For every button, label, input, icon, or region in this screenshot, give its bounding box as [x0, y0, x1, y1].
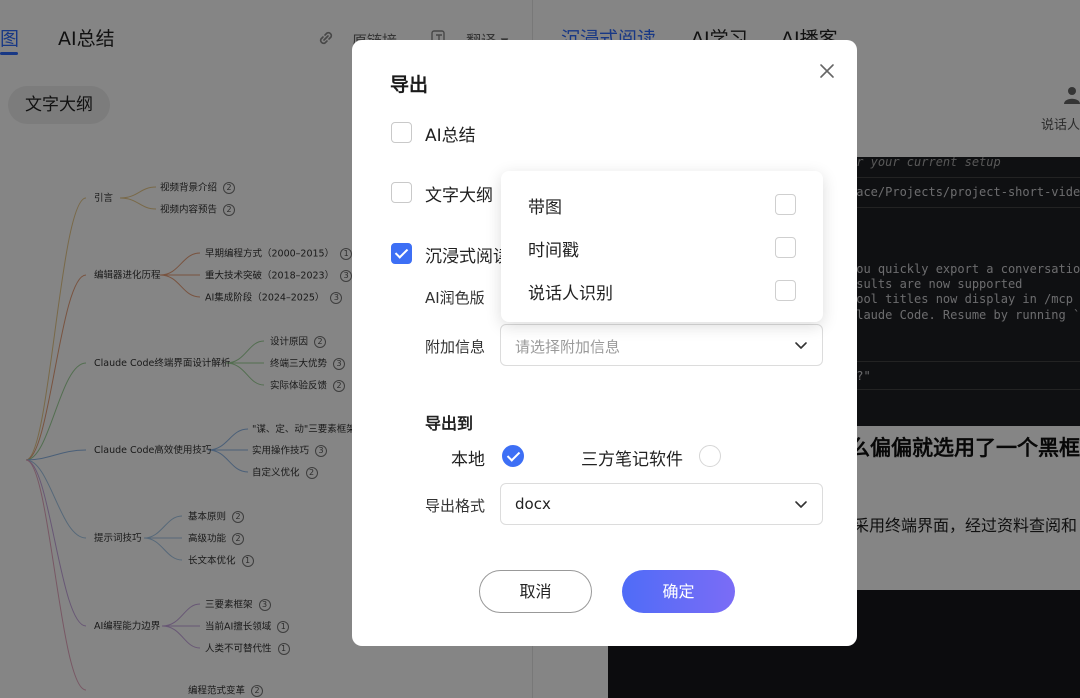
dropdown-option-speaker-id[interactable]: 说话人识别 — [501, 268, 823, 311]
ai-summary-label: AI总结 — [425, 126, 476, 146]
extra-info-dropdown: 带图 时间戳 说话人识别 — [501, 171, 823, 322]
ai-polish-label: AI润色版 — [425, 289, 485, 307]
ai-summary-checkbox[interactable] — [391, 122, 412, 143]
cancel-button[interactable]: 取消 — [479, 570, 592, 613]
outline-label: 文字大纲 — [425, 186, 493, 206]
local-radio[interactable] — [502, 445, 524, 467]
export-dialog: 导出 AI总结 文字大纲 沉浸式阅读 AI润色版 附加信息 请选择附加信息 导出… — [352, 40, 857, 646]
chevron-down-icon — [794, 496, 808, 510]
dialog-title: 导出 — [390, 74, 429, 96]
confirm-button[interactable]: 确定 — [622, 570, 735, 613]
third-party-notes-label: 三方笔记软件 — [581, 450, 683, 470]
immersive-reading-checkbox[interactable] — [391, 243, 412, 264]
export-format-select[interactable]: docx — [500, 483, 823, 525]
option-label: 带图 — [528, 198, 562, 218]
dropdown-option-timestamp[interactable]: 时间戳 — [501, 225, 823, 268]
option-checkbox[interactable] — [775, 237, 796, 258]
option-checkbox[interactable] — [775, 280, 796, 301]
extra-info-placeholder: 请选择附加信息 — [515, 338, 621, 356]
chevron-down-icon — [794, 337, 808, 351]
third-party-notes-radio[interactable] — [699, 445, 721, 467]
close-icon[interactable] — [816, 60, 838, 82]
extra-info-label: 附加信息 — [425, 338, 486, 356]
dropdown-option-with-images[interactable]: 带图 — [501, 182, 823, 225]
extra-info-select[interactable]: 请选择附加信息 — [500, 324, 823, 366]
export-to-label: 导出到 — [425, 414, 474, 433]
option-label: 时间戳 — [528, 241, 579, 261]
option-label: 说话人识别 — [528, 284, 613, 304]
option-checkbox[interactable] — [775, 194, 796, 215]
local-label: 本地 — [451, 450, 485, 470]
outline-checkbox[interactable] — [391, 182, 412, 203]
export-format-label: 导出格式 — [425, 497, 486, 515]
export-format-value: docx — [515, 495, 551, 513]
immersive-reading-label: 沉浸式阅读 — [425, 247, 510, 267]
